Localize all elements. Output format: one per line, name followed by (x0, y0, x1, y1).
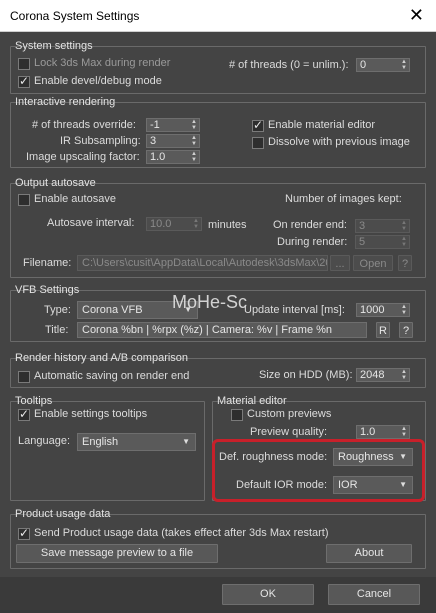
vfb-reset-button[interactable]: R (376, 322, 390, 338)
autosave-checkbox[interactable] (18, 194, 30, 206)
update-interval-spinner[interactable]: 1000 ▲ ▼ (356, 303, 410, 317)
upscale-label: Image upscaling factor: (26, 151, 140, 163)
save-preview-button[interactable]: Save message preview to a file (16, 544, 218, 563)
threads-override-value: -1 (150, 119, 160, 131)
vfb-type-label: Type: (44, 304, 71, 316)
dissolve-label: Dissolve with previous image (268, 136, 410, 148)
spinner-arrows-icon: ▲ ▼ (193, 218, 199, 230)
ok-button[interactable]: OK (222, 584, 314, 605)
autosave-help-button[interactable]: ? (398, 255, 412, 271)
filename-label: Filename: (23, 257, 72, 269)
vfb-help-button[interactable]: ? (399, 322, 413, 338)
on-end-label: On render end: (273, 219, 347, 231)
browse-button[interactable]: ... (330, 255, 350, 271)
vfb-legend: VFB Settings (15, 284, 80, 296)
watermark: MoHe-Sc (172, 292, 248, 312)
spinner-arrows-icon: ▲ ▼ (191, 135, 197, 147)
material-editor-checkbox[interactable] (252, 118, 264, 132)
devel-label: Enable devel/debug mode (34, 75, 162, 87)
hdd-size-label: Size on HDD (MB): (259, 369, 353, 381)
spinner-arrows-icon: ▲ ▼ (401, 304, 407, 316)
update-interval-value: 1000 (360, 304, 385, 316)
material-editor-label: Enable material editor (268, 119, 376, 131)
system-settings-legend: System settings (15, 40, 93, 52)
minutes-label: minutes (208, 219, 247, 231)
spinner-arrows-icon: ▲ ▼ (401, 220, 407, 232)
upscale-value: 1.0 (150, 151, 166, 163)
upscale-spinner[interactable]: 1.0 ▲ ▼ (146, 150, 200, 164)
hdd-size-value: 2048 (360, 369, 385, 381)
title-bar: Corona System Settings ✕ (0, 0, 436, 32)
images-kept-label: Number of images kept: (285, 193, 402, 205)
devel-checkbox[interactable] (18, 74, 30, 88)
ir-sub-spinner[interactable]: 3 ▲ ▼ (146, 134, 200, 148)
threads-label: # of threads (0 = unlim.): (229, 59, 349, 71)
history-auto-label: Automatic saving on render end (34, 370, 190, 382)
history-auto-checkbox[interactable] (18, 371, 30, 383)
threads-value: 0 (360, 59, 367, 71)
threads-override-label: # of threads override: (32, 119, 136, 131)
lock-checkbox[interactable] (18, 58, 30, 70)
tooltips-checkbox[interactable] (18, 407, 30, 421)
spinner-arrows-icon: ▲ ▼ (401, 59, 407, 71)
spinner-arrows-icon: ▲ ▼ (191, 119, 197, 131)
chevron-down-icon: ▼ (182, 437, 190, 446)
vfb-title-input[interactable]: Corona %bn | %rpx (%z) | Camera: %v | Fr… (77, 322, 367, 338)
lock-label: Lock 3ds Max during render (34, 57, 171, 69)
spinner-arrows-icon: ▲ ▼ (401, 426, 407, 438)
usage-legend: Product usage data (15, 508, 111, 520)
ir-sub-value: 3 (150, 135, 157, 147)
window-title: Corona System Settings (10, 9, 140, 23)
on-end-value: 3 (359, 220, 366, 232)
usage-send-checkbox[interactable] (18, 526, 30, 540)
ir-sub-label: IR Subsampling: (60, 135, 141, 147)
preview-quality-value: 1.0 (360, 426, 376, 438)
during-value: 5 (359, 236, 366, 248)
preview-quality-spinner[interactable]: 1.0 ▲ ▼ (356, 425, 410, 439)
during-label: During render: (277, 236, 348, 248)
on-end-spinner[interactable]: 3 ▲ ▼ (355, 219, 410, 233)
interval-value: 10.0 (150, 218, 172, 230)
vfb-title-label: Title: (45, 324, 69, 336)
cancel-button[interactable]: Cancel (328, 584, 420, 605)
about-button[interactable]: About (326, 544, 412, 563)
tooltips-enable-label: Enable settings tooltips (34, 408, 148, 420)
language-value: English (82, 436, 119, 448)
custom-previews-label: Custom previews (247, 408, 332, 420)
material-editor-legend: Material editor (217, 395, 287, 407)
autosave-legend: Output autosave (15, 177, 96, 189)
threads-spinner[interactable]: 0 ▲ ▼ (356, 58, 410, 72)
spinner-arrows-icon: ▲ ▼ (401, 236, 407, 248)
open-button[interactable]: Open (353, 255, 393, 271)
usage-send-label: Send Product usage data (takes effect af… (34, 527, 329, 539)
autosave-enable-label: Enable autosave (34, 193, 116, 205)
during-spinner[interactable]: 5 ▲ ▼ (355, 235, 410, 249)
language-select[interactable]: English ▼ (77, 433, 196, 451)
preview-quality-label: Preview quality: (250, 426, 328, 438)
language-label: Language: (18, 435, 70, 447)
spinner-arrows-icon: ▲ ▼ (191, 151, 197, 163)
custom-previews-checkbox[interactable] (231, 409, 243, 421)
close-icon[interactable]: ✕ (409, 5, 424, 25)
vfb-type-value: Corona VFB (82, 304, 143, 316)
history-legend: Render history and A/B comparison (15, 352, 189, 364)
threads-override-spinner[interactable]: -1 ▲ ▼ (146, 118, 200, 132)
interval-spinner[interactable]: 10.0 ▲ ▼ (146, 217, 202, 231)
update-interval-label: Update interval [ms]: (244, 304, 345, 316)
spinner-arrows-icon: ▲ ▼ (401, 369, 407, 381)
interactive-legend: Interactive rendering (15, 96, 116, 108)
highlight-annotation (212, 439, 425, 502)
dissolve-checkbox[interactable] (252, 137, 264, 149)
hdd-size-spinner[interactable]: 2048 ▲ ▼ (356, 368, 410, 382)
interval-label: Autosave interval: (47, 217, 135, 229)
tooltips-legend: Tooltips (15, 395, 53, 407)
filename-input[interactable]: C:\Users\cusit\AppData\Local\Autodesk\3d… (77, 255, 328, 271)
